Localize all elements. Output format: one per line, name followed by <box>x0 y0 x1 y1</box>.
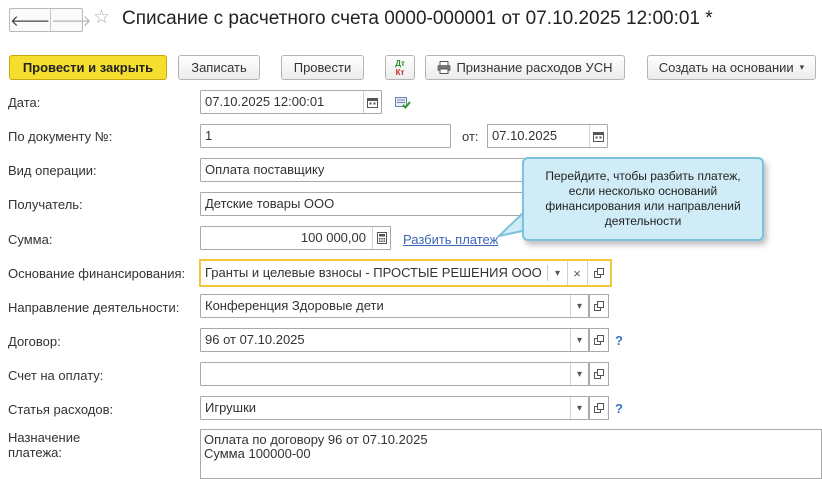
activity-field[interactable]: Конференция Здоровые дети ▾ <box>200 294 589 318</box>
calendar-icon[interactable] <box>363 91 381 113</box>
save-button[interactable]: Записать <box>178 55 260 80</box>
docnum-label: По документу №: <box>8 129 113 144</box>
activity-label: Направление деятельности: <box>8 300 180 315</box>
funding-value: Гранты и целевые взносы - ПРОСТЫЕ РЕШЕНИ… <box>205 265 542 280</box>
help-icon[interactable]: ? <box>615 333 623 348</box>
dropdown-arrow-icon[interactable]: ▾ <box>570 295 588 317</box>
contract-label: Договор: <box>8 334 61 349</box>
forward-button[interactable]: 🡒 <box>50 9 91 31</box>
contract-field[interactable]: 96 от 07.10.2025 ▾ <box>200 328 589 352</box>
expense-value: Игрушки <box>205 400 257 415</box>
calculator-icon[interactable] <box>372 227 390 249</box>
purpose-textarea[interactable]: Оплата по договору 96 от 07.10.2025 Сумм… <box>200 429 822 479</box>
arrow-left-icon: 🡐 <box>10 12 51 30</box>
usn-expense-label: Признание расходов УСН <box>456 60 613 75</box>
amount-value: 100 000,00 <box>300 230 366 245</box>
date-label: Дата: <box>8 95 41 110</box>
optype-label: Вид операции: <box>8 163 97 178</box>
tooltip-line-2: если несколько оснований <box>568 184 718 198</box>
page-title: Списание с расчетного счета 0000-000001 … <box>122 8 713 29</box>
post-button[interactable]: Провести <box>281 55 364 80</box>
amount-field[interactable]: 100 000,00 <box>200 226 391 250</box>
dt-icon-label: Дт <box>395 58 405 68</box>
recipient-value: Детские товары ООО <box>205 196 335 211</box>
expense-field[interactable]: Игрушки ▾ <box>200 396 589 420</box>
from-label: от: <box>462 129 479 144</box>
optype-field[interactable]: Оплата поставщику <box>200 158 530 182</box>
post-and-close-button[interactable]: Провести и закрыть <box>9 55 167 80</box>
split-payment-tooltip: Перейдите, чтобы разбить платеж, если не… <box>522 157 764 241</box>
nav-buttons: 🡐 🡒 <box>9 8 91 32</box>
invoice-label: Счет на оплату: <box>8 368 104 383</box>
from-date-value: 07.10.2025 <box>492 128 558 143</box>
funding-field[interactable]: Гранты и целевые взносы - ПРОСТЫЕ РЕШЕНИ… <box>199 259 612 287</box>
purpose-line-1: Оплата по договору 96 от 07.10.2025 <box>204 432 428 447</box>
activity-value: Конференция Здоровые дети <box>205 298 384 313</box>
tooltip-line-3: финансирования или направлений <box>545 199 741 213</box>
dt-kt-button[interactable]: Дт Кт <box>385 55 415 80</box>
purpose-line-2: Сумма 100000-00 <box>204 446 311 461</box>
open-icon[interactable] <box>589 362 609 386</box>
tooltip-line-1: Перейдите, чтобы разбить платеж, <box>545 169 741 183</box>
purpose-label: Назначение платежа: <box>8 430 80 460</box>
optype-value: Оплата поставщику <box>205 162 325 177</box>
invoice-field[interactable]: ▾ <box>200 362 589 386</box>
printer-icon <box>437 61 451 74</box>
amount-label: Сумма: <box>8 232 53 247</box>
create-based-on-button[interactable]: Создать на основании ▾ <box>647 55 816 80</box>
recipient-field[interactable]: Детские товары ООО <box>200 192 530 216</box>
date-field[interactable]: 07.10.2025 12:00:01 <box>200 90 382 114</box>
clear-icon[interactable]: × <box>567 261 586 285</box>
create-based-on-label: Создать на основании <box>658 60 794 75</box>
docnum-field[interactable]: 1 <box>200 124 451 148</box>
contract-value: 96 от 07.10.2025 <box>205 332 305 347</box>
open-icon[interactable] <box>589 294 609 318</box>
dropdown-arrow-icon[interactable]: ▾ <box>548 261 567 285</box>
from-date-field[interactable]: 07.10.2025 <box>487 124 608 148</box>
tooltip-line-4: деятельности <box>604 214 682 228</box>
dropdown-arrow-icon[interactable]: ▾ <box>570 363 588 385</box>
recipient-label: Получатель: <box>8 197 83 212</box>
date-value: 07.10.2025 12:00:01 <box>205 94 325 109</box>
open-icon[interactable] <box>589 396 609 420</box>
split-payment-link[interactable]: Разбить платеж <box>403 232 498 247</box>
open-icon[interactable] <box>587 261 609 285</box>
open-icon[interactable] <box>589 328 609 352</box>
arrow-right-icon: 🡒 <box>51 12 92 30</box>
purpose-label-line-2: платежа: <box>8 445 62 460</box>
docnum-value: 1 <box>205 128 213 143</box>
chevron-down-icon: ▾ <box>799 62 805 72</box>
dropdown-arrow-icon[interactable]: ▾ <box>570 397 588 419</box>
favorite-star-icon[interactable]: ☆ <box>93 8 110 28</box>
dropdown-arrow-icon[interactable]: ▾ <box>570 329 588 351</box>
funding-label: Основание финансирования: <box>8 266 186 281</box>
kt-icon-label: Кт <box>395 67 405 77</box>
help-icon[interactable]: ? <box>615 401 623 416</box>
expense-label: Статья расходов: <box>8 402 114 417</box>
usn-expense-button[interactable]: Признание расходов УСН <box>425 55 625 80</box>
calendar-icon[interactable] <box>589 125 607 147</box>
back-button[interactable]: 🡐 <box>10 9 50 31</box>
document-check-icon[interactable] <box>395 96 411 112</box>
purpose-label-line-1: Назначение <box>8 430 81 445</box>
